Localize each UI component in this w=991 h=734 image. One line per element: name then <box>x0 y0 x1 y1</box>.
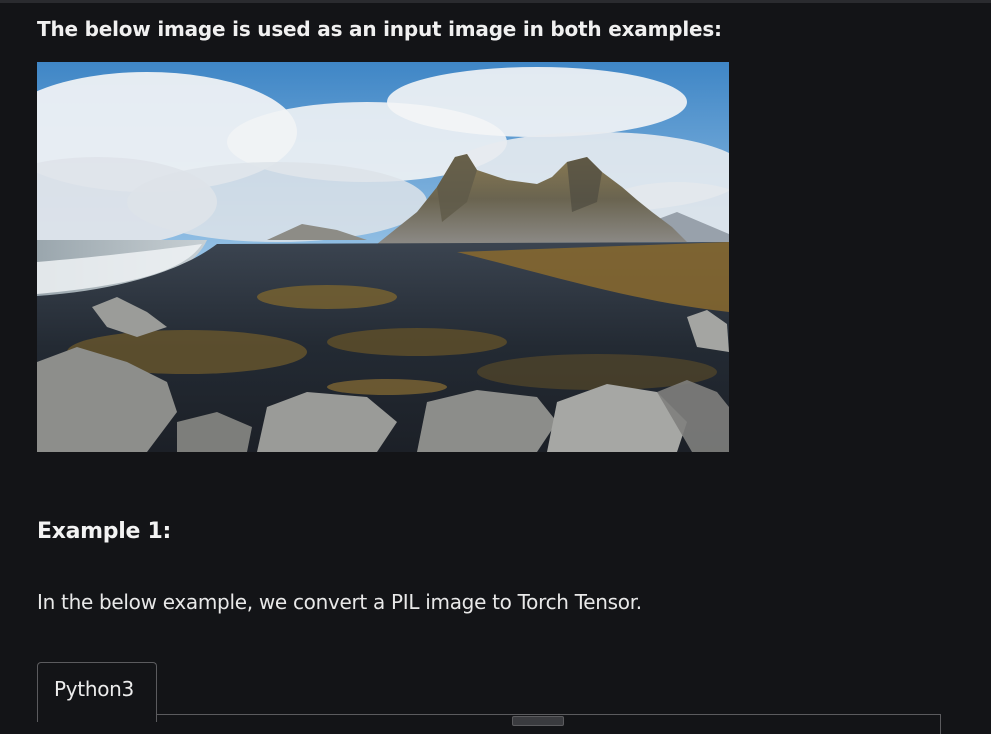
landscape-input-image <box>37 62 729 452</box>
code-panel-toolbar-button[interactable] <box>512 716 564 726</box>
tab-python3[interactable]: Python3 <box>37 662 157 722</box>
example-description: In the below example, we convert a PIL i… <box>37 590 642 614</box>
example-heading: Example 1: <box>37 519 171 544</box>
top-edge-divider <box>0 0 991 3</box>
intro-text: The below image is used as an input imag… <box>37 17 722 41</box>
